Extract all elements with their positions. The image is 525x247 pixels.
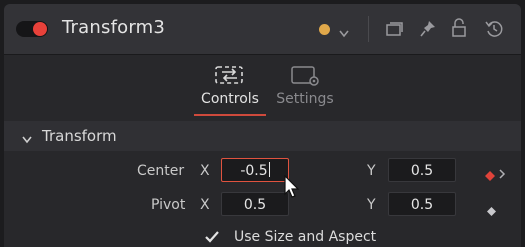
chevron-down-icon[interactable] — [338, 24, 350, 43]
versions-icon[interactable] — [385, 20, 405, 42]
pivot-label: Pivot — [151, 197, 186, 213]
center-y-value: 0.5 — [410, 163, 434, 179]
tab-controls-label: Controls — [201, 91, 259, 107]
center-x-input[interactable]: -0.5 — [221, 158, 289, 182]
use-size-aspect-checkbox[interactable] — [204, 229, 219, 243]
inspector-tabs: Controls Settings — [4, 55, 521, 119]
pivot-y-label: Y — [367, 197, 376, 213]
toggle-knob — [33, 22, 47, 36]
text-caret — [268, 162, 270, 177]
chevron-right-icon[interactable] — [498, 165, 506, 184]
center-label: Center — [137, 163, 185, 179]
pivot-x-input[interactable]: 0.5 — [221, 192, 289, 216]
section-title: Transform — [42, 127, 117, 145]
pivot-x-value: 0.5 — [243, 197, 267, 213]
center-y-input[interactable]: 0.5 — [388, 158, 456, 182]
inspector-panel: Transform3 Controls Settings Transform C… — [4, 4, 521, 247]
controls-icon — [213, 64, 247, 92]
lock-icon[interactable] — [451, 18, 467, 42]
center-x-label: X — [200, 163, 210, 179]
center-x-value: -0.5 — [240, 163, 268, 179]
settings-icon — [288, 64, 322, 92]
keyframe-diamond-icon[interactable] — [485, 166, 495, 185]
pin-icon[interactable] — [419, 19, 437, 43]
node-header: Transform3 — [4, 4, 521, 55]
mouse-cursor-icon — [284, 174, 300, 205]
node-title: Transform3 — [62, 17, 165, 38]
section-header-transform[interactable]: Transform — [4, 121, 521, 151]
pivot-y-input[interactable]: 0.5 — [388, 192, 456, 216]
tab-controls[interactable]: Controls — [194, 55, 266, 119]
center-y-label: Y — [367, 163, 376, 179]
pivot-y-value: 0.5 — [410, 197, 434, 213]
header-divider — [368, 16, 369, 42]
tab-settings-label: Settings — [276, 91, 334, 107]
color-dot-icon[interactable] — [319, 24, 330, 35]
pivot-x-label: X — [200, 197, 210, 213]
tab-settings[interactable]: Settings — [272, 55, 338, 119]
chevron-down-icon — [21, 130, 33, 149]
reset-icon[interactable] — [484, 19, 504, 43]
use-size-aspect-label: Use Size and Aspect — [234, 229, 377, 245]
keyframe-diamond-icon[interactable] — [487, 201, 496, 220]
node-enable-toggle[interactable] — [16, 21, 48, 37]
active-tab-indicator — [194, 114, 266, 116]
